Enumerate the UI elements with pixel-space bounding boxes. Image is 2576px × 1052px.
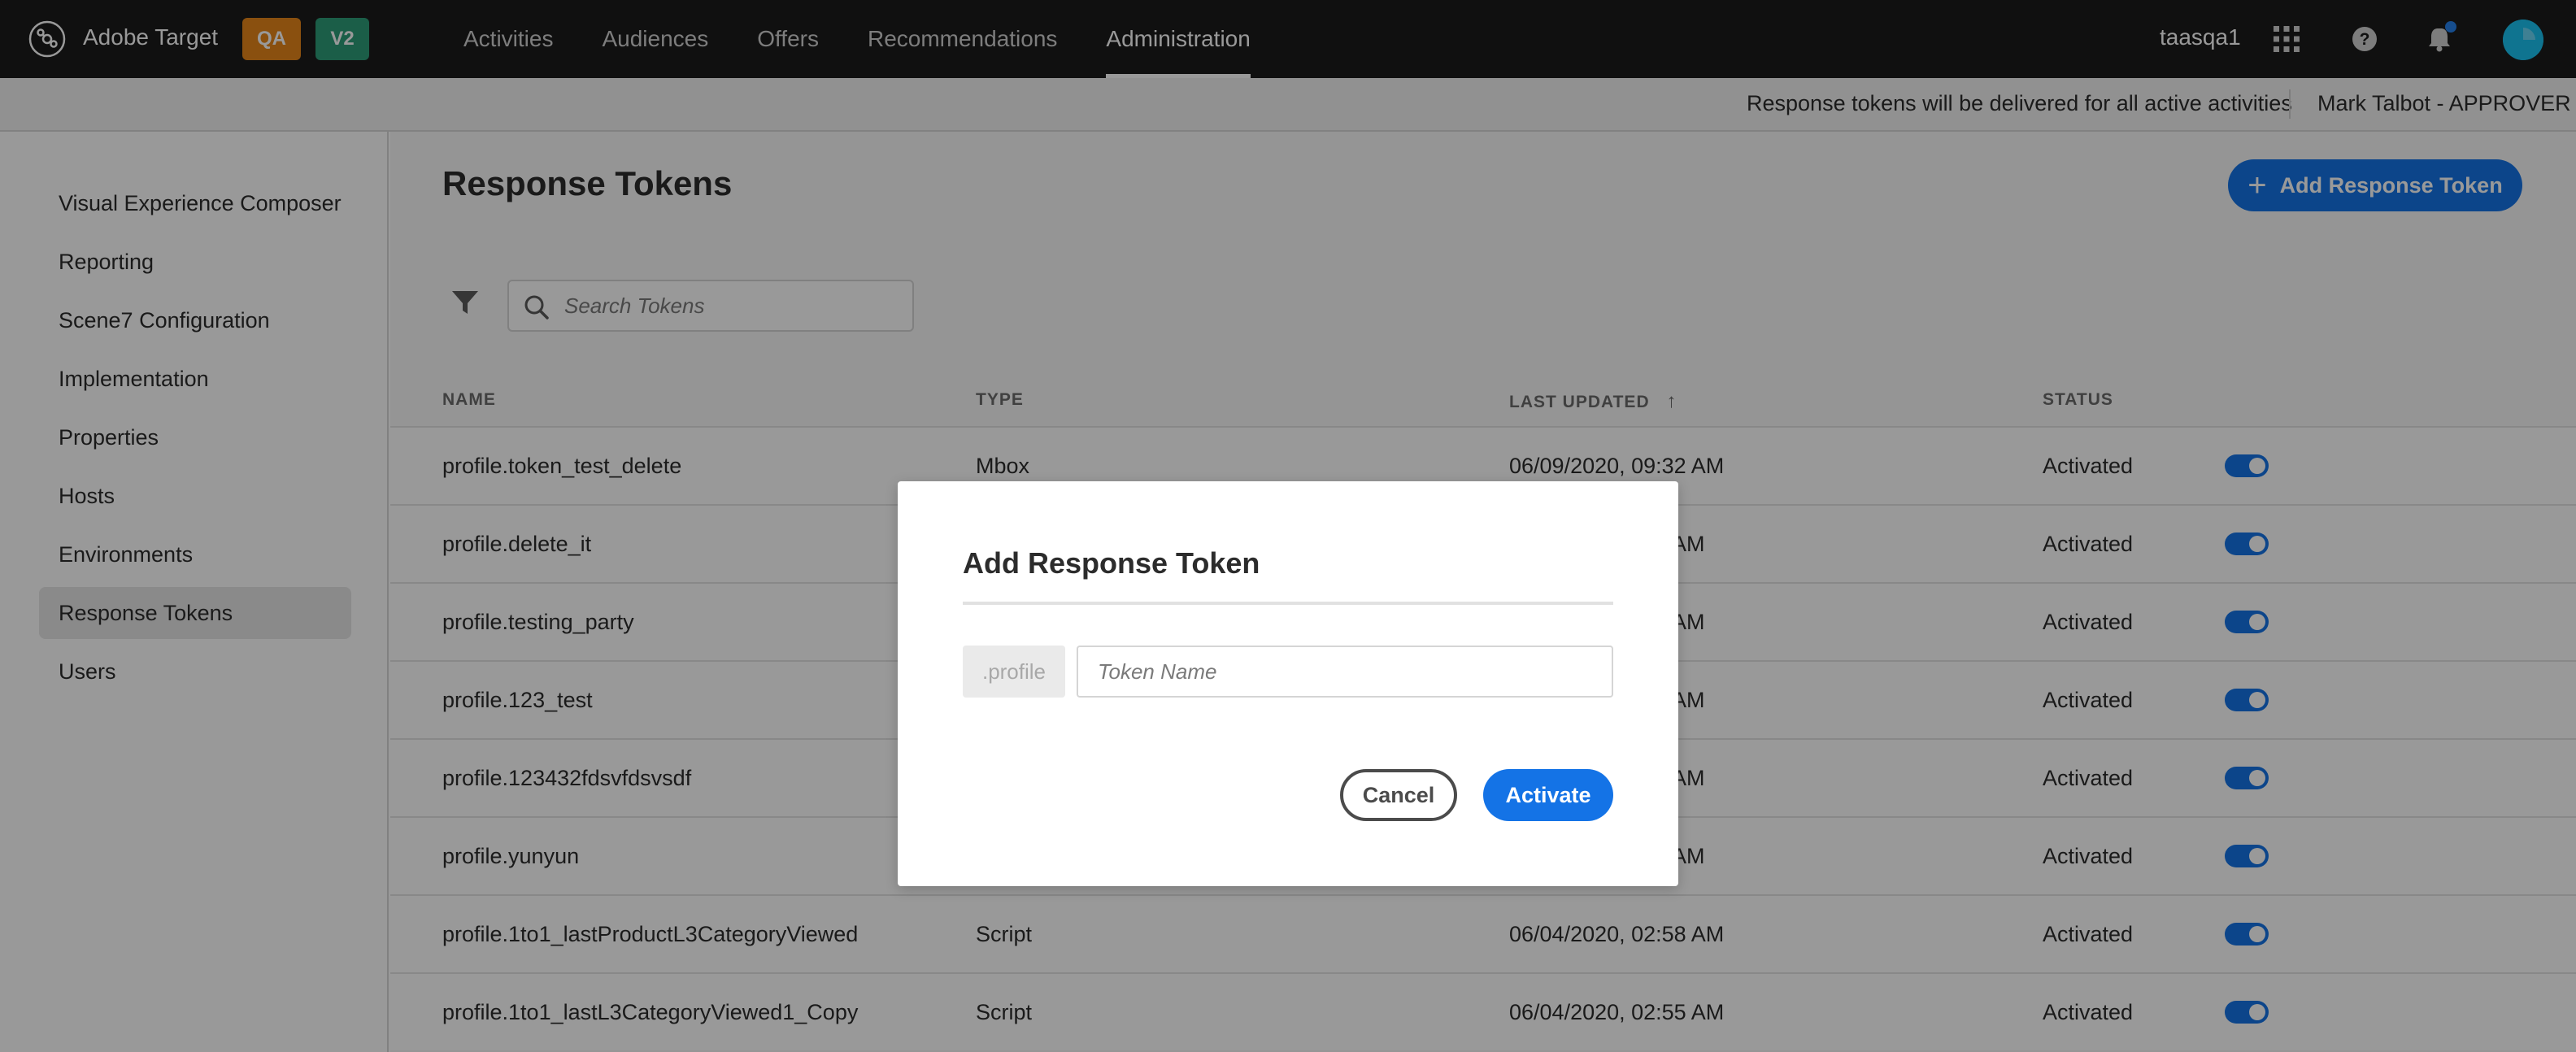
dialog-divider [963,602,1613,605]
profile-prefix-label: .profile [963,646,1065,698]
add-response-token-dialog: Add Response Token .profile Cancel Activ… [898,481,1678,886]
activate-button[interactable]: Activate [1483,769,1613,821]
dialog-title: Add Response Token [963,546,1260,580]
token-name-input[interactable] [1077,646,1613,698]
cancel-button[interactable]: Cancel [1340,769,1457,821]
